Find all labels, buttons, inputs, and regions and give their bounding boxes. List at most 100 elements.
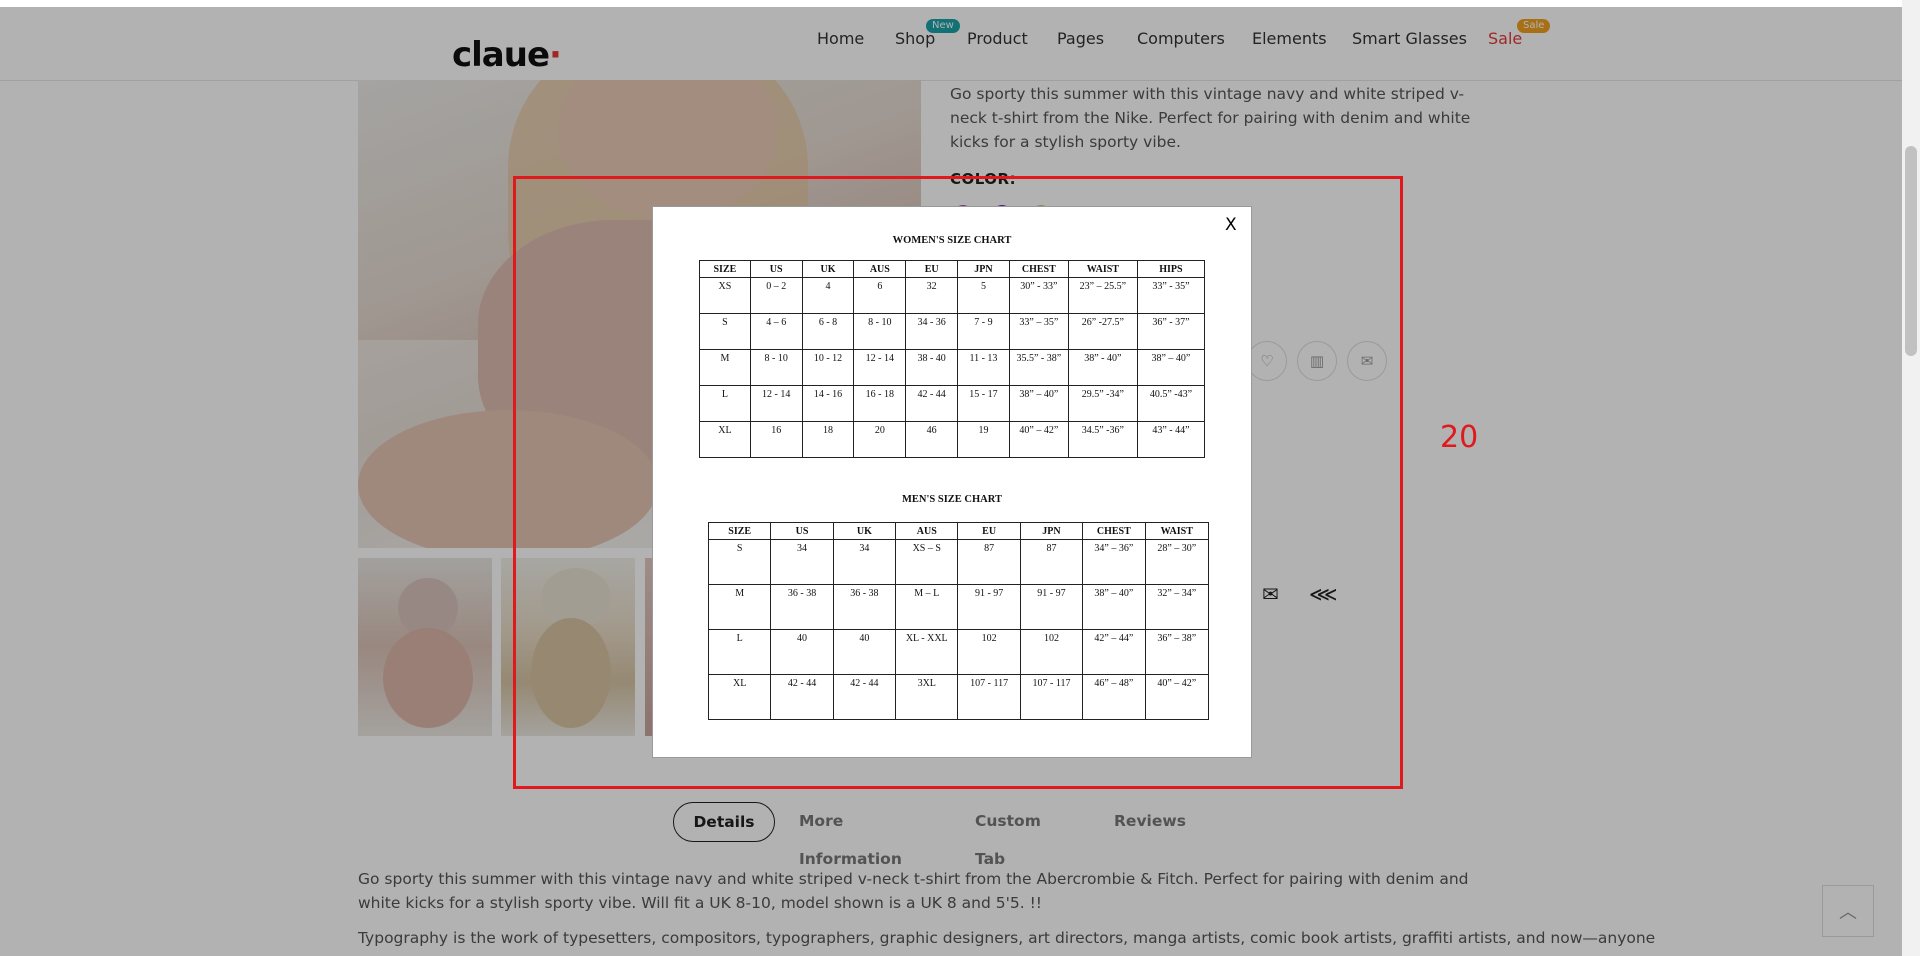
table-cell: 38” – 40”: [1136, 349, 1206, 386]
table-row: XL 42 - 44 42 - 44 3XL 107 - 117 107 - 117 46”…: [707, 674, 1210, 720]
table-cell: 34.5” -36”: [1067, 421, 1138, 458]
men-size-chart-title: MEN'S SIZE CHART: [902, 494, 1002, 505]
table-cell: XS – S: [895, 539, 959, 585]
table-cell: 87: [957, 539, 1021, 585]
table-cell: 107 - 117: [957, 674, 1021, 720]
table-cell: L: [699, 385, 751, 422]
column-header: UK: [801, 260, 855, 278]
table-row: XS 0 – 2 4 6 32 5 30” - 33” 23” – 25.5” 33” - 35…: [699, 277, 1206, 314]
annotation-label: 20: [1440, 420, 1479, 455]
table-cell: 42 - 44: [770, 674, 834, 720]
table-cell: 34: [770, 539, 834, 585]
table-cell: 36 - 38: [832, 584, 897, 630]
close-button[interactable]: X: [1225, 215, 1237, 235]
table-cell: 6 - 8: [801, 313, 855, 350]
table-cell: 16: [749, 421, 803, 458]
table-cell: 5: [957, 277, 1010, 314]
table-cell: 40.5” -43”: [1136, 385, 1206, 422]
table-row: M 36 - 38 36 - 38 M – L 91 - 97 91 - 97 38” – …: [707, 584, 1210, 630]
table-cell: 36 - 38: [770, 584, 834, 630]
table-cell: L: [707, 629, 772, 675]
table-cell: 40” – 42”: [1008, 421, 1069, 458]
table-cell: 42” – 44”: [1082, 629, 1146, 675]
table-cell: 34 - 36: [905, 313, 959, 350]
table-cell: 38” – 40”: [1008, 385, 1069, 422]
table-cell: 33” – 35”: [1008, 313, 1069, 350]
table-cell: 107 - 117: [1019, 674, 1084, 720]
scrollbar-thumb[interactable]: [1905, 146, 1917, 356]
table-cell: 23” – 25.5”: [1067, 277, 1138, 314]
women-size-chart-table: SIZE US UK AUS EU JPN CHEST WAIST HIPS XS 0 – 246…: [699, 260, 1206, 458]
table-cell: 38” – 40”: [1082, 584, 1146, 630]
table-row: S4 – 66 - 88 - 10 34 - 36 7 - 9 33” – 35” 26…: [699, 313, 1206, 350]
table-cell: 11 - 13: [957, 349, 1010, 386]
table-cell: 102: [1019, 629, 1084, 675]
table-cell: 33” - 35”: [1136, 277, 1206, 314]
column-header: CHEST: [1082, 522, 1146, 540]
table-cell: 102: [957, 629, 1021, 675]
column-header: HIPS: [1136, 260, 1206, 278]
table-cell: 38” - 40”: [1067, 349, 1138, 386]
table-cell: 12 - 14: [749, 385, 803, 422]
table-cell: XL: [707, 674, 772, 720]
table-cell: 3XL: [895, 674, 959, 720]
table-cell: 40: [832, 629, 897, 675]
table-cell: 8 - 10: [853, 313, 907, 350]
column-header: EU: [957, 522, 1021, 540]
column-header: US: [749, 260, 803, 278]
table-cell: XL: [699, 421, 751, 458]
page-scrollbar[interactable]: [1902, 0, 1920, 956]
table-cell: XS: [699, 277, 751, 314]
table-cell: 40” – 42”: [1144, 674, 1210, 720]
table-cell: 7 - 9: [957, 313, 1010, 350]
table-cell: 10 - 12: [801, 349, 855, 386]
table-cell: 40: [770, 629, 834, 675]
women-size-chart-title: WOMEN'S SIZE CHART: [892, 235, 1012, 246]
column-header: AUS: [895, 522, 959, 540]
table-cell: 36” – 38”: [1144, 629, 1210, 675]
table-row: S 34 34 XS – S 87 87 34” – 36” 28” – 30”: [707, 539, 1210, 585]
column-header: SIZE: [699, 260, 751, 278]
table-cell: XL - XXL: [895, 629, 959, 675]
table-cell: S: [699, 313, 751, 350]
table-cell: 43” - 44”: [1136, 421, 1206, 458]
table-cell: 4: [801, 277, 855, 314]
table-cell: 34: [832, 539, 897, 585]
table-cell: 36” - 37”: [1136, 313, 1206, 350]
column-header: JPN: [1019, 522, 1084, 540]
column-header: WAIST: [1144, 522, 1210, 540]
table-cell: 0 – 2: [749, 277, 803, 314]
table-cell: 12 - 14: [853, 349, 907, 386]
table-cell: 32” – 34”: [1144, 584, 1210, 630]
column-header: CHEST: [1008, 260, 1069, 278]
table-cell: 4 – 6: [749, 313, 803, 350]
table-cell: 28” – 30”: [1144, 539, 1210, 585]
table-row: M8 - 10 10 - 12 12 - 14 38 - 40 11 - 13 35.5”…: [699, 349, 1206, 386]
column-header: US: [770, 522, 834, 540]
table-cell: S: [707, 539, 772, 585]
table-cell: M – L: [895, 584, 959, 630]
men-size-chart-table: SIZE US UK AUS EU JPN CHEST WAIST S 34 34 XS – S 87…: [707, 522, 1210, 720]
table-cell: 6: [853, 277, 907, 314]
table-cell: 18: [801, 421, 855, 458]
table-cell: 19: [957, 421, 1010, 458]
table-cell: 8 - 10: [749, 349, 803, 386]
table-cell: 87: [1019, 539, 1084, 585]
table-cell: 32: [905, 277, 959, 314]
table-cell: 46” – 48”: [1082, 674, 1146, 720]
table-cell: 91 - 97: [957, 584, 1021, 630]
table-cell: 38 - 40: [905, 349, 959, 386]
table-cell: 16 - 18: [853, 385, 907, 422]
table-cell: 42 - 44: [832, 674, 897, 720]
column-header: EU: [905, 260, 959, 278]
table-cell: 42 - 44: [905, 385, 959, 422]
column-header: SIZE: [707, 522, 772, 540]
browser-top-strip: [0, 0, 1920, 7]
table-cell: 35.5” - 38”: [1008, 349, 1069, 386]
table-cell: 29.5” -34”: [1067, 385, 1138, 422]
table-cell: 91 - 97: [1019, 584, 1084, 630]
column-header: WAIST: [1067, 260, 1138, 278]
size-chart-modal: X WOMEN'S SIZE CHART SIZE US UK AUS EU JPN CHE…: [652, 206, 1252, 758]
table-row: XL 16 18 20 46 19 40” – 42” 34.5” -36” 43” - 44”: [699, 421, 1206, 458]
column-header: UK: [832, 522, 897, 540]
